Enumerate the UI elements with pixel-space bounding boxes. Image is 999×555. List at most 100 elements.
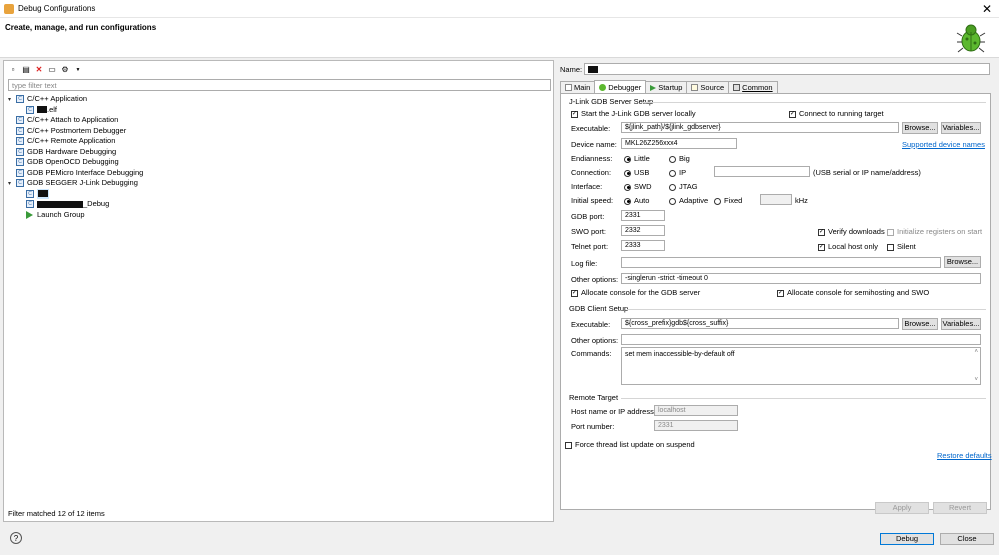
dialog-heading: Create, manage, and run configurations [5,23,157,32]
checkbox-unchecked[interactable] [887,243,894,251]
tab-main[interactable]: Main [560,81,596,93]
client-other-options-input[interactable] [621,334,981,345]
big-radio[interactable]: Big [669,154,690,163]
swd-radio[interactable]: SWD [624,182,652,191]
server-other-options-input[interactable]: -singlerun -strict -timeout 0 [621,273,981,284]
tree-item-gdb-ocd[interactable]: C GDB OpenOCD Debugging [8,157,548,168]
delete-icon[interactable]: ✕ [34,65,44,75]
adaptive-radio[interactable]: Adaptive [669,196,708,205]
commands-textarea[interactable]: set mem inaccessible-by-default off ˄ ˅ [621,347,981,385]
client-executable-label: Executable: [571,320,611,329]
auto-radio[interactable]: Auto [624,196,649,205]
revert-button[interactable]: Revert [933,502,987,514]
log-browse-button[interactable]: Browse... [944,256,981,268]
server-browse-button[interactable]: Browse... [902,122,938,134]
tree-item-cpp-app[interactable]: ▾ C C/C++ Application [8,94,548,105]
tab-common[interactable]: Common [728,81,778,93]
port-input[interactable]: 2331 [654,420,738,431]
duplicate-icon[interactable]: ▤ [21,65,31,75]
client-executable-input[interactable]: ${cross_prefix}gdb${cross_suffix} [621,318,899,329]
radio-unselected[interactable] [714,197,721,205]
checkbox-unchecked[interactable] [565,441,572,449]
force-thread-checkbox[interactable]: Force thread list update on suspend [565,440,695,449]
radio-unselected[interactable] [669,169,676,177]
client-variables-button[interactable]: Variables... [941,318,981,330]
checkbox-checked[interactable]: ✓ [818,243,825,251]
collapse-all-icon[interactable]: ▭ [47,65,57,75]
checkbox-checked[interactable]: ✓ [818,228,825,236]
filter-input[interactable]: type filter text [8,79,551,91]
tree-item-postmortem[interactable]: C C/C++ Postmortem Debugger [8,126,548,137]
radio-selected[interactable] [624,197,631,205]
apply-button[interactable]: Apply [875,502,929,514]
tree-item-attach[interactable]: C C/C++ Attach to Application [8,115,548,126]
server-variables-button[interactable]: Variables... [941,122,981,134]
telnet-port-input[interactable]: 2333 [621,240,665,251]
checkbox-disabled[interactable] [887,228,894,236]
port-label: Port number: [571,422,615,431]
radio-unselected[interactable] [669,183,676,191]
supported-devices-link[interactable]: Supported device names [902,140,985,149]
radio-unselected[interactable] [669,197,676,205]
launch-group-icon [26,210,33,219]
tree-item-remote[interactable]: C C/C++ Remote Application [8,136,548,147]
filter-icon[interactable]: ⚙ [60,65,70,75]
tree-item-gdb-pemicro[interactable]: C GDB PEMicro Interface Debugging [8,168,548,179]
chevron-down-icon[interactable]: ˅ [974,377,978,383]
radio-selected[interactable] [624,155,631,163]
init-registers-checkbox[interactable]: Initialize registers on start [887,227,982,236]
tree-item-segger-selected[interactable]: C [8,188,548,199]
gdb-port-input[interactable]: 2331 [621,210,665,221]
start-locally-checkbox[interactable]: ✓ Start the J-Link GDB server locally [571,109,696,118]
host-input[interactable]: localhost [654,405,738,416]
jtag-radio[interactable]: JTAG [669,182,698,191]
swo-port-input[interactable]: 2332 [621,225,665,236]
c-file-icon: C [16,179,24,188]
silent-checkbox[interactable]: Silent [887,242,916,251]
close-icon[interactable]: ✕ [979,1,995,17]
ip-radio[interactable]: IP [669,168,686,177]
serial-ip-input[interactable] [714,166,810,177]
little-radio[interactable]: Little [624,154,650,163]
log-file-input[interactable] [621,257,941,268]
new-config-icon[interactable]: ▫ [8,65,18,75]
radio-selected[interactable] [624,183,631,191]
help-icon[interactable]: ? [10,532,22,544]
client-browse-button[interactable]: Browse... [902,318,938,330]
server-executable-input[interactable]: ${jlink_path}/${jlink_gdbserver} [621,122,899,133]
tree-item-gdb-segger[interactable]: ▾ C GDB SEGGER J-Link Debugging [8,178,548,189]
fixed-radio[interactable]: Fixed [714,196,742,205]
device-name-input[interactable]: MKL26Z256xxx4 [621,138,737,149]
tab-debugger[interactable]: Debugger [594,80,647,93]
verify-downloads-checkbox[interactable]: ✓ Verify downloads [818,227,885,236]
checkbox-checked[interactable]: ✓ [777,289,784,297]
other-options-label: Other options: [571,275,619,284]
usb-radio[interactable]: USB [624,168,649,177]
tab-source[interactable]: Source [686,81,730,93]
tree-item-gdb-hw[interactable]: C GDB Hardware Debugging [8,147,548,158]
connect-running-checkbox[interactable]: ✓ Connect to running target [789,109,884,118]
alloc-console-server-checkbox[interactable]: ✓ Allocate console for the GDB server [571,288,700,297]
tab-startup[interactable]: Startup [645,81,688,93]
serial-hint: (USB serial or IP name/address) [813,168,921,177]
chevron-down-icon[interactable]: ▼ [73,65,83,75]
chevron-up-icon[interactable]: ˄ [974,349,978,355]
alloc-console-semihost-checkbox[interactable]: ✓ Allocate console for semihosting and SW… [777,288,929,297]
tree-item-launch-group[interactable]: Launch Group [8,210,548,221]
debug-button[interactable]: Debug [880,533,934,545]
close-button[interactable]: Close [940,533,994,545]
radio-label: Big [679,154,690,163]
tree-item-elf[interactable]: C .elf [8,105,548,116]
tree-item-segger-debug[interactable]: C _Debug [8,199,548,210]
radio-selected[interactable] [624,169,631,177]
c-file-icon: C [16,95,24,104]
radio-unselected[interactable] [669,155,676,163]
speed-label: Initial speed: [571,196,614,205]
checkbox-checked[interactable]: ✓ [571,110,578,118]
checkbox-checked[interactable]: ✓ [789,110,796,118]
restore-defaults-link[interactable]: Restore defaults [937,451,992,460]
name-input[interactable] [584,63,990,75]
fixed-speed-input[interactable] [760,194,792,205]
local-host-only-checkbox[interactable]: ✓ Local host only [818,242,878,251]
checkbox-checked[interactable]: ✓ [571,289,578,297]
